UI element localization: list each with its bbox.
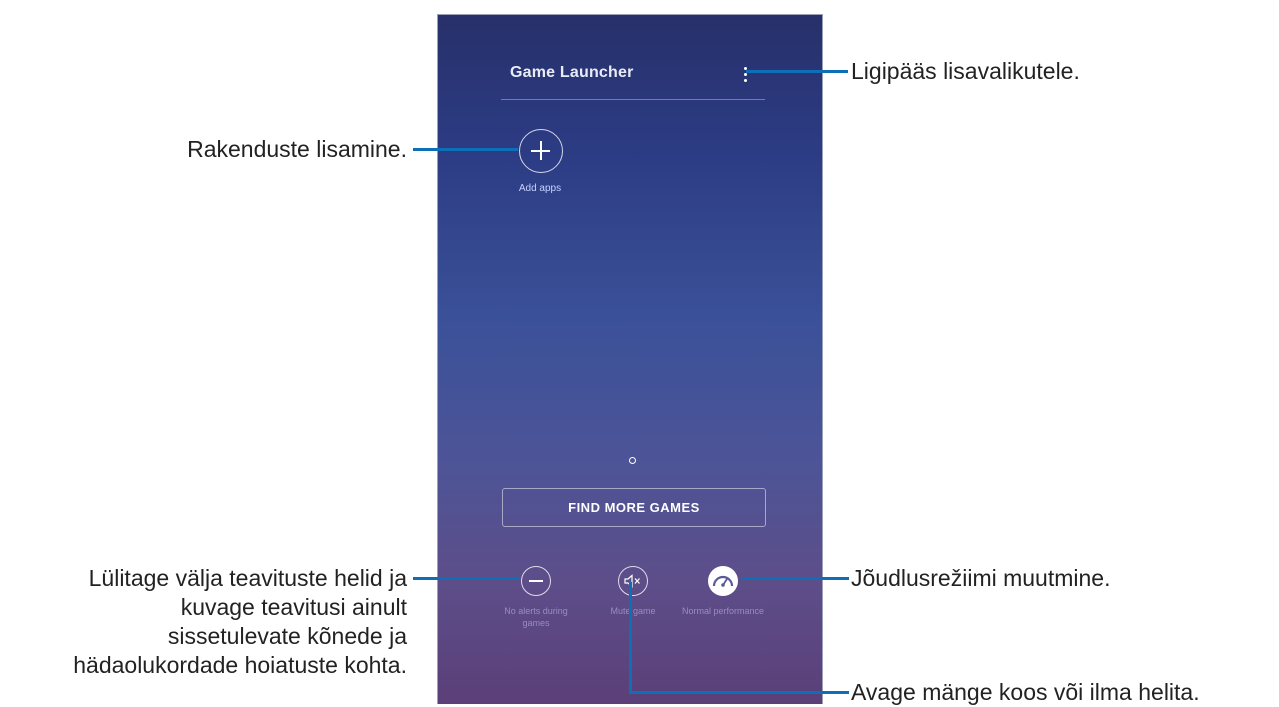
find-more-games-button[interactable]: FIND MORE GAMES: [502, 488, 766, 527]
add-apps-label: Add apps: [518, 183, 562, 194]
performance-label: Normal performance: [681, 606, 765, 616]
callout-alerts-line: sissetulevate kõnede ja: [167, 623, 407, 649]
no-alerts-button[interactable]: [521, 566, 551, 596]
performance-button[interactable]: [708, 566, 738, 596]
no-alerts-label: No alerts during games: [504, 606, 568, 628]
callout-line-mute-horizontal: [629, 691, 849, 694]
callout-line-mute-vertical: [629, 582, 632, 694]
header-divider: [501, 99, 765, 100]
mute-game-button[interactable]: [618, 566, 648, 596]
callout-performance: Jõudlusrežiimi muutmine.: [851, 565, 1111, 591]
callout-alerts-line: Lülitage välja teavituste helid ja: [88, 565, 407, 591]
callout-alerts-line: kuvage teavitusi ainult: [180, 594, 407, 620]
callout-alerts: Lülitage välja teavituste helid ja kuvag…: [0, 564, 407, 680]
callout-more-options: Ligipääs lisavalikutele.: [851, 58, 1080, 84]
app-title: Game Launcher: [510, 64, 634, 81]
callout-line-alerts: [413, 577, 520, 580]
callout-line-add: [413, 148, 518, 151]
callout-mute: Avage mänge koos või ilma helita.: [851, 679, 1200, 705]
callout-add-apps: Rakenduste lisamine.: [187, 136, 407, 162]
add-apps-button[interactable]: [519, 129, 563, 173]
speaker-mute-icon: [624, 574, 640, 588]
speedometer-icon: [712, 575, 734, 587]
callout-line-performance: [741, 577, 849, 580]
callout-alerts-line: hädaolukordade hoiatuste kohta.: [73, 652, 407, 678]
mute-game-label: Mute game: [610, 606, 656, 616]
callout-line-more: [746, 70, 848, 73]
page-indicator: [629, 457, 636, 464]
